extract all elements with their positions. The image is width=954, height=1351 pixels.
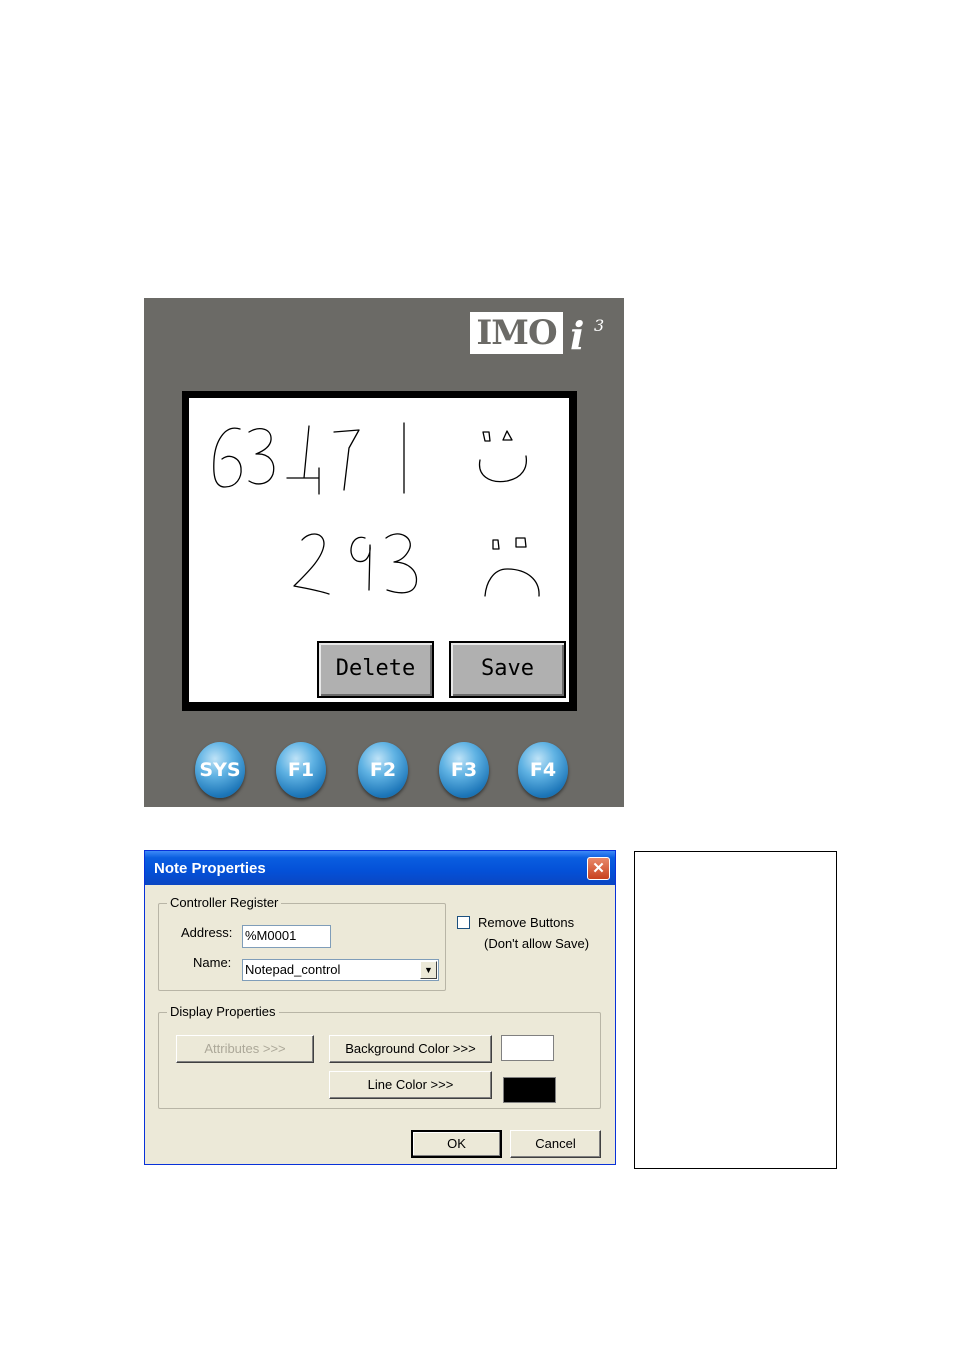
scribble-digit-7 <box>333 429 360 491</box>
line-color-button[interactable]: Line Color >>> <box>329 1071 492 1099</box>
scribble-digit-2 <box>293 533 330 595</box>
cancel-button[interactable]: Cancel <box>510 1130 601 1158</box>
hmi-device: IMO i 3 Delete Save SYS F1 F2 F3 F4 <box>144 298 624 807</box>
ok-button[interactable]: OK <box>411 1130 502 1158</box>
address-input[interactable]: %M0001 <box>242 925 331 948</box>
note-properties-dialog: Note Properties ✕ Controller Register Ad… <box>144 850 616 1165</box>
delete-button[interactable]: Delete <box>317 641 434 698</box>
dialog-title: Note Properties <box>154 860 266 877</box>
scribble-smile-eye-right <box>502 430 513 441</box>
name-select[interactable]: Notepad_control ▼ <box>242 959 439 981</box>
logo-text: IMO <box>476 313 557 353</box>
scribble-frown-eye-left <box>492 539 500 550</box>
remove-buttons-label: Remove Buttons <box>478 915 575 930</box>
scribble-digit-6 <box>213 427 242 488</box>
attributes-button[interactable]: Attributes >>> <box>176 1035 314 1063</box>
notepad-screen[interactable]: Delete Save <box>189 398 569 702</box>
line-color-swatch <box>503 1077 556 1103</box>
display-properties-legend: Display Properties <box>167 1004 279 1019</box>
remove-buttons-note: (Don't allow Save) <box>484 936 590 951</box>
controller-register-legend: Controller Register <box>167 895 282 910</box>
background-color-swatch <box>501 1035 554 1061</box>
scribble-digit-9 <box>350 536 371 591</box>
logo-superscript: 3 <box>594 316 605 335</box>
dialog-titlebar[interactable]: Note Properties ✕ <box>145 851 615 885</box>
scribble-digit-3 <box>248 428 275 485</box>
f4-key[interactable]: F4 <box>518 742 568 798</box>
name-label: Name: <box>193 955 232 970</box>
imo-logo: IMO i 3 <box>470 312 610 358</box>
remove-buttons-checkbox[interactable] <box>457 916 470 929</box>
address-label: Address: <box>181 925 233 940</box>
scribble-digit-4 <box>286 425 320 495</box>
scribble-digit-3b <box>385 533 418 594</box>
background-color-button[interactable]: Background Color >>> <box>329 1035 492 1063</box>
f1-key[interactable]: F1 <box>276 742 326 798</box>
sys-key[interactable]: SYS <box>195 742 245 798</box>
scribble-frown-eye-right <box>515 537 527 548</box>
side-note-box <box>634 851 837 1169</box>
close-icon[interactable]: ✕ <box>587 857 610 880</box>
scribble-smile-mouth <box>478 455 528 483</box>
scribble-frown-mouth <box>484 568 540 597</box>
screen-bezel: Delete Save <box>182 391 577 711</box>
f2-key[interactable]: F2 <box>358 742 408 798</box>
name-select-value: Notepad_control <box>245 962 341 977</box>
scribble-smile-eye-left <box>482 431 491 442</box>
save-button[interactable]: Save <box>449 641 566 698</box>
f3-key[interactable]: F3 <box>439 742 489 798</box>
logo-i: i <box>570 313 585 358</box>
chevron-down-icon[interactable]: ▼ <box>420 961 437 979</box>
